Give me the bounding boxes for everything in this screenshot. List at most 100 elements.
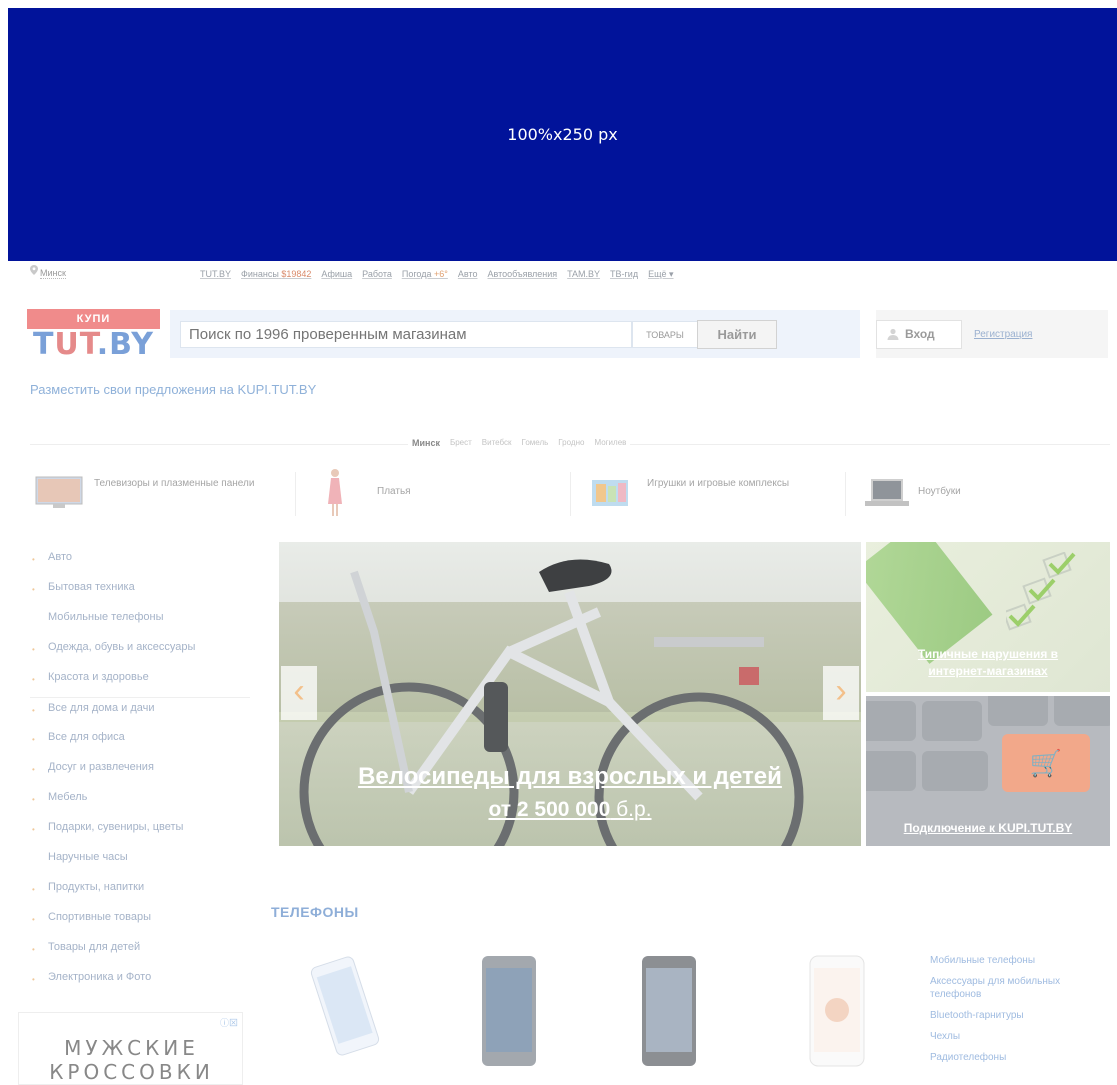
promo-line-2: интернет-магазинах — [928, 664, 1048, 678]
category-label: Телевизоры и плазменные панели — [94, 478, 255, 489]
finance-value: $19842 — [281, 269, 312, 279]
phone-image — [642, 956, 696, 1066]
city-tab-minsk[interactable]: Минск — [412, 438, 440, 448]
category-dresses[interactable]: Платья — [310, 466, 570, 522]
bullet-icon: • — [32, 585, 35, 594]
place-offers-link[interactable]: Разместить свои предложения на KUPI.TUT.… — [30, 382, 316, 397]
bullet-icon: • — [32, 765, 35, 774]
logo[interactable]: КУПИ TUT.BY — [27, 309, 160, 362]
city-tab-vitebsk[interactable]: Витебск — [482, 438, 512, 448]
sidebar-item-office[interactable]: • Все для офиса — [30, 727, 250, 757]
key-image — [1054, 696, 1110, 726]
sidebar-item-auto[interactable]: • Авто — [30, 547, 250, 577]
bullet-icon: • — [32, 945, 35, 954]
search-button[interactable]: Найти — [697, 320, 777, 349]
city-tab-brest[interactable]: Брест — [450, 438, 472, 448]
ad-info-icon[interactable]: ⓘ⊠ — [220, 1016, 238, 1029]
product-phone-3[interactable] — [640, 950, 700, 1085]
sidebar-item-kids[interactable]: • Товары для детей — [30, 937, 250, 967]
slide-price-currency: б.р. — [610, 798, 652, 821]
toys-image — [592, 480, 628, 506]
promo-violations[interactable]: Типичные нарушения в интернет-магазинах — [866, 542, 1110, 692]
city-selector[interactable]: Минск — [40, 268, 66, 279]
product-phone-1[interactable] — [305, 950, 385, 1085]
ad-banner[interactable]: 100%x250 px — [8, 8, 1117, 261]
login-button[interactable]: Вход — [876, 320, 962, 349]
bullet-icon: • — [32, 795, 35, 804]
sidebar-item-label: Наручные часы — [48, 851, 128, 863]
nav-link-tvguide[interactable]: ТВ-гид — [610, 269, 638, 280]
promo-connect[interactable]: 🛒 Подключение к KUPI.TUT.BY — [866, 696, 1110, 846]
search-bar: ТОВАРЫ Найти — [170, 310, 860, 358]
nav-link-afisha[interactable]: Афиша — [321, 269, 352, 280]
link-phone-accessories[interactable]: Аксессуары для мобильных телефонов — [930, 975, 1110, 1001]
sidebar-item-label: Товары для детей — [48, 941, 141, 953]
location-pin-icon — [30, 265, 38, 275]
nav-link-weather[interactable]: Погода +6° — [402, 269, 448, 280]
search-category-select[interactable]: ТОВАРЫ — [632, 321, 698, 348]
sidebar-item-label: Одежда, обувь и аксессуары — [48, 641, 196, 653]
nav-link-more[interactable]: Ещё ▾ — [648, 269, 673, 280]
slide-title[interactable]: Велосипеды для взрослых и детей — [279, 763, 861, 791]
product-phone-2[interactable] — [480, 950, 540, 1085]
banner-text: 100%x250 px — [507, 125, 618, 144]
nav-link-autoads[interactable]: Автообъявления — [487, 269, 557, 280]
category-toys[interactable]: Игрушки и игровые комплексы — [585, 466, 845, 522]
link-radiophones[interactable]: Радиотелефоны — [930, 1051, 1110, 1064]
nav-link-finance[interactable]: Финансы $19842 — [241, 269, 311, 280]
category-label: Ноутбуки — [918, 486, 961, 497]
sidebar-item-beauty[interactable]: • Красота и здоровье — [30, 667, 250, 697]
top-links: TUT.BY Финансы $19842 Афиша Работа Погод… — [200, 269, 674, 280]
link-cases[interactable]: Чехлы — [930, 1030, 1110, 1043]
ad-sneakers[interactable]: ⓘ⊠ МУЖСКИЕ КРОССОВКИ — [18, 1012, 243, 1085]
link-bluetooth-headsets[interactable]: Bluetooth-гарнитуры — [930, 1009, 1110, 1022]
key-image — [988, 696, 1048, 726]
sidebar-item-appliances[interactable]: • Бытовая техника — [30, 577, 250, 607]
sidebar-item-clothes[interactable]: • Одежда, обувь и аксессуары — [30, 637, 250, 667]
sidebar-item-food[interactable]: • Продукты, напитки — [30, 877, 250, 907]
category-laptops[interactable]: Ноутбуки — [860, 466, 1110, 522]
bullet-icon: • — [32, 555, 35, 564]
finance-label: Финансы — [241, 269, 279, 279]
slider-next-button[interactable]: › — [823, 666, 859, 720]
nav-link-tutby[interactable]: TUT.BY — [200, 269, 231, 280]
category-strip: Телевизоры и плазменные панели Платья Иг… — [30, 466, 1110, 522]
bullet-icon: • — [32, 915, 35, 924]
search-input[interactable] — [180, 321, 632, 348]
nav-link-rabota[interactable]: Работа — [362, 269, 392, 280]
nav-link-auto[interactable]: Авто — [458, 269, 478, 280]
bullet-icon: • — [32, 975, 35, 984]
section-title-phones[interactable]: ТЕЛЕФОНЫ — [271, 904, 359, 920]
slider-prev-button[interactable]: ‹ — [281, 666, 317, 720]
sidebar-item-watches[interactable]: Наручные часы — [30, 847, 250, 877]
phone-image — [809, 955, 865, 1067]
sidebar-item-electronics[interactable]: • Электроника и Фото — [30, 967, 250, 997]
sidebar-item-label: Все для дома и дачи — [48, 702, 155, 714]
sidebar-item-mobile[interactable]: Мобильные телефоны — [30, 607, 250, 637]
city-tabs: Минск Брест Витебск Гомель Гродно Могиле… — [30, 434, 1110, 454]
nav-link-tamby[interactable]: TAM.BY — [567, 269, 600, 280]
sidebar-item-leisure[interactable]: • Досуг и развлечения — [30, 757, 250, 787]
main-slider[interactable]: ‹ › Велосипеды для взрослых и детей от 2… — [279, 542, 861, 846]
city-tab-grodno[interactable]: Гродно — [558, 438, 584, 448]
sidebar-item-furniture[interactable]: • Мебель — [30, 787, 250, 817]
bullet-icon: • — [32, 706, 35, 715]
sidebar-item-label: Электроника и Фото — [48, 971, 152, 983]
bullet-icon: • — [32, 645, 35, 654]
sidebar-item-label: Подарки, сувениры, цветы — [48, 821, 184, 833]
sidebar-item-sport[interactable]: • Спортивные товары — [30, 907, 250, 937]
link-mobile-phones[interactable]: Мобильные телефоны — [930, 954, 1110, 967]
slide-price[interactable]: от 2 500 000 б.р. — [279, 798, 861, 822]
header: КУПИ TUT.BY ТОВАРЫ Найти Вход Регистраци… — [0, 306, 1117, 362]
category-label: Платья — [377, 486, 411, 497]
logo-letters-by: .BY — [96, 327, 155, 362]
cart-icon: 🛒 — [1002, 734, 1090, 792]
category-tv[interactable]: Телевизоры и плазменные панели — [30, 466, 295, 522]
register-link[interactable]: Регистрация — [974, 329, 1032, 340]
product-phone-4[interactable] — [808, 950, 868, 1085]
bullet-icon: • — [32, 675, 35, 684]
sidebar-item-home[interactable]: • Все для дома и дачи — [30, 697, 250, 727]
sidebar-item-gifts[interactable]: • Подарки, сувениры, цветы — [30, 817, 250, 847]
city-tab-mogilev[interactable]: Могилев — [594, 438, 626, 448]
city-tab-gomel[interactable]: Гомель — [522, 438, 549, 448]
